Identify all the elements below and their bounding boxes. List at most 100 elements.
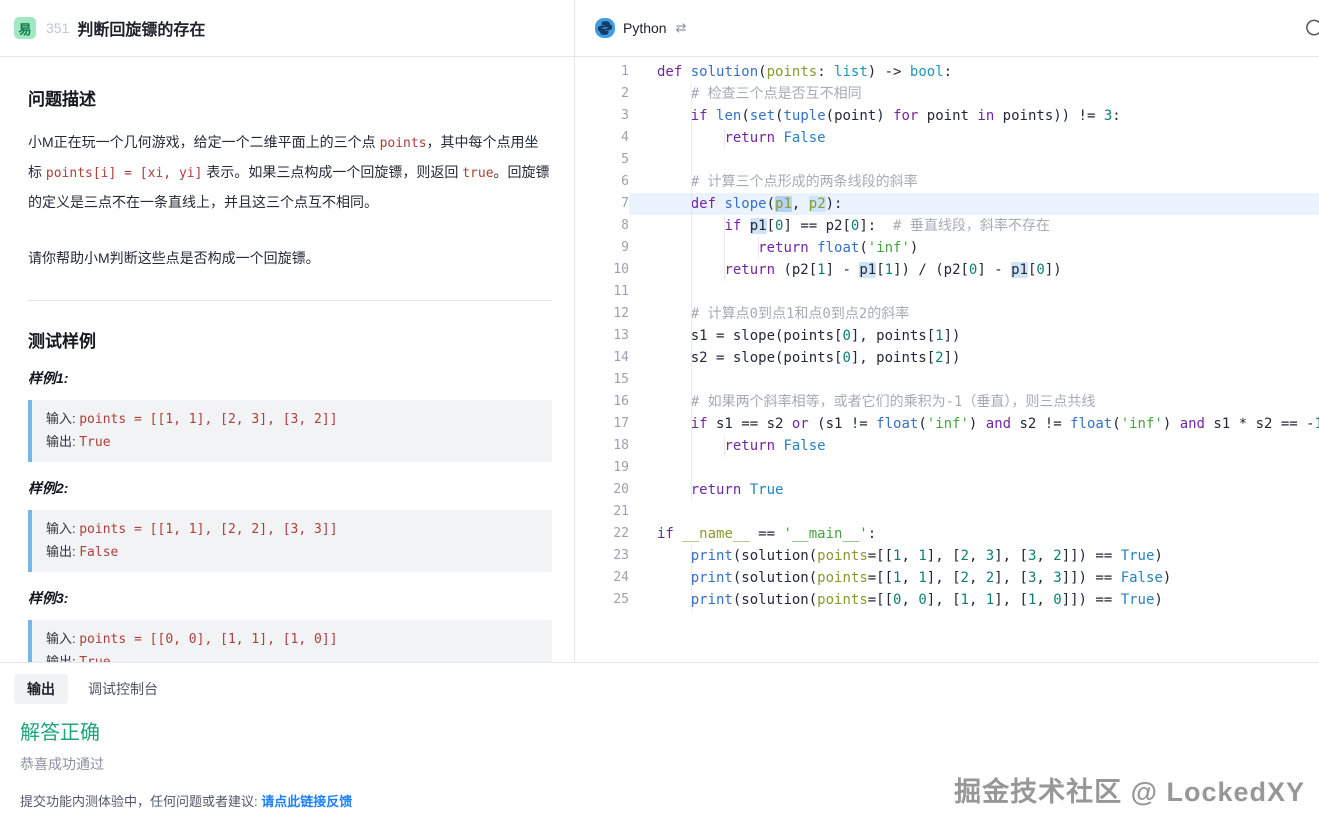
code-token: p1 [859, 262, 876, 278]
code-line[interactable]: 10 return (p2[1] - p1[1]) / (p2[0] - p1[… [575, 259, 1319, 281]
code-token [657, 548, 691, 564]
code-line[interactable]: 19 [575, 457, 1319, 479]
code-token: , [1036, 570, 1053, 586]
code-editor[interactable]: 1def solution(points: list) -> bool:2 # … [575, 57, 1319, 662]
code-token: p1 [1011, 262, 1028, 278]
code-token: for [893, 108, 918, 124]
code-token: , [1036, 548, 1053, 564]
code-line[interactable]: 6 # 计算三个点形成的两条线段的斜率 [575, 171, 1319, 193]
code-token: ( [741, 108, 749, 124]
code-line[interactable]: 7 def slope(p1, p2): [575, 193, 1319, 215]
code-token: ] == p2[ [783, 218, 850, 234]
code-line[interactable]: 20 return True [575, 479, 1319, 501]
code-line[interactable]: 23 print(solution(points=[[1, 1], [2, 3]… [575, 545, 1319, 567]
code-token: ): [826, 196, 843, 212]
code-line[interactable]: 25 print(solution(points=[[0, 0], [1, 1]… [575, 589, 1319, 611]
code-content: # 检查三个点是否互不相同 [629, 83, 1319, 105]
code-line[interactable]: 12 # 计算点0到点1和点0到点2的斜率 [575, 303, 1319, 325]
code-token: point [918, 108, 977, 124]
code-line[interactable]: 11 [575, 281, 1319, 303]
feedback-link[interactable]: 请点此链接反馈 [261, 794, 352, 809]
code-token: ]) [944, 328, 961, 344]
code-token: ], [ [994, 592, 1028, 608]
code-token: points [817, 570, 868, 586]
code-line[interactable]: 13 s1 = slope(points[0], points[1]) [575, 325, 1319, 347]
tab-output[interactable]: 输出 [14, 674, 68, 704]
line-number: 10 [575, 259, 629, 281]
output-console: 输出 调试控制台 解答正确 恭喜成功通过 提交功能内测体验中，任何问题或者建议:… [0, 662, 1319, 817]
inline-code: points[i] = [xi, yi] [46, 166, 203, 181]
line-number: 18 [575, 435, 629, 457]
code-line[interactable]: 8 if p1[0] == p2[0]: # 垂直线段，斜率不存在 [575, 215, 1319, 237]
sample-label: 样例2: [28, 478, 552, 498]
code-token: s1 * s2 == - [1205, 416, 1315, 432]
code-token: ) [1163, 570, 1171, 586]
code-line[interactable]: 18 return False [575, 435, 1319, 457]
sample-block: 输入: points = [[1, 1], [2, 3], [3, 2]]输出:… [28, 400, 552, 462]
code-line[interactable]: 15 [575, 369, 1319, 391]
line-number: 2 [575, 83, 629, 105]
description-paragraph-2: 请你帮助小M判断这些点是否构成一个回旋镖。 [28, 244, 552, 272]
code-token: print [691, 592, 733, 608]
code-token: ], [ [927, 592, 961, 608]
code-line[interactable]: 22if __name__ == '__main__': [575, 523, 1319, 545]
code-token: ], points[ [851, 350, 935, 366]
code-token: 3 [986, 548, 994, 564]
code-line[interactable]: 24 print(solution(points=[[1, 1], [2, 2]… [575, 567, 1319, 589]
code-token: if [724, 218, 741, 234]
code-line[interactable]: 14 s2 = slope(points[0], points[2]) [575, 347, 1319, 369]
code-token: set [750, 108, 775, 124]
code-content: # 计算三个点形成的两条线段的斜率 [629, 171, 1319, 193]
code-token [657, 416, 691, 432]
line-number: 7 [575, 193, 629, 215]
code-token: , [901, 592, 918, 608]
app-window: 易 351 判断回旋镖的存在 问题描述 小M正在玩一个几何游戏，给定一个二维平面… [0, 0, 1319, 817]
code-token: 3 [1053, 570, 1061, 586]
code-token: if [691, 108, 708, 124]
samples-heading: 测试样例 [28, 327, 552, 352]
code-token: 'inf' [868, 240, 910, 256]
code-token: True [1121, 548, 1155, 564]
code-token: True [750, 482, 784, 498]
code-line[interactable]: 1def solution(points: list) -> bool: [575, 61, 1319, 83]
code-line[interactable]: 3 if len(set(tuple(point) for point in p… [575, 105, 1319, 127]
code-line[interactable]: 21 [575, 501, 1319, 523]
language-label: Python [623, 20, 667, 36]
code-line[interactable]: 5 [575, 149, 1319, 171]
code-token: (s1 != [809, 416, 876, 432]
code-token: float [817, 240, 859, 256]
io-code: True [79, 435, 110, 450]
code-token: s1 = slope(points[ [657, 328, 842, 344]
code-token: __name__ [682, 526, 749, 542]
sample-input-line: 输入: points = [[1, 1], [2, 2], [3, 3]] [46, 518, 538, 541]
code-line[interactable]: 16 # 如果两个斜率相等，或者它们的乘积为-1（垂直），则三点共线 [575, 391, 1319, 413]
code-token: 1 [961, 592, 969, 608]
code-token: False [783, 438, 825, 454]
code-line[interactable]: 17 if s1 == s2 or (s1 != float('inf') an… [575, 413, 1319, 435]
line-number: 5 [575, 149, 629, 171]
code-token: (solution( [733, 570, 817, 586]
io-code: True [79, 655, 110, 662]
indent-guide [691, 479, 692, 501]
swap-language-icon[interactable]: ⇄ [676, 21, 687, 36]
code-token [657, 592, 691, 608]
indent-guide [691, 215, 692, 237]
code-line[interactable]: 2 # 检查三个点是否互不相同 [575, 83, 1319, 105]
code-line[interactable]: 9 return float('inf') [575, 237, 1319, 259]
io-label: 输入: [46, 521, 79, 536]
refresh-icon[interactable] [1305, 19, 1319, 37]
io-code: points = [[1, 1], [2, 2], [3, 3]] [79, 522, 337, 537]
tab-debug-console[interactable]: 调试控制台 [88, 679, 158, 699]
indent-guide [691, 457, 692, 479]
code-token: if [657, 526, 674, 542]
indent-guide [691, 435, 692, 457]
description-heading: 问题描述 [28, 85, 552, 110]
code-token: return [758, 240, 809, 256]
code-content [629, 457, 1319, 479]
code-line[interactable]: 4 return False [575, 127, 1319, 149]
python-icon [595, 18, 615, 38]
line-number: 9 [575, 237, 629, 259]
code-token: ] - [826, 262, 860, 278]
code-content: return False [629, 127, 1319, 149]
code-token [741, 482, 749, 498]
